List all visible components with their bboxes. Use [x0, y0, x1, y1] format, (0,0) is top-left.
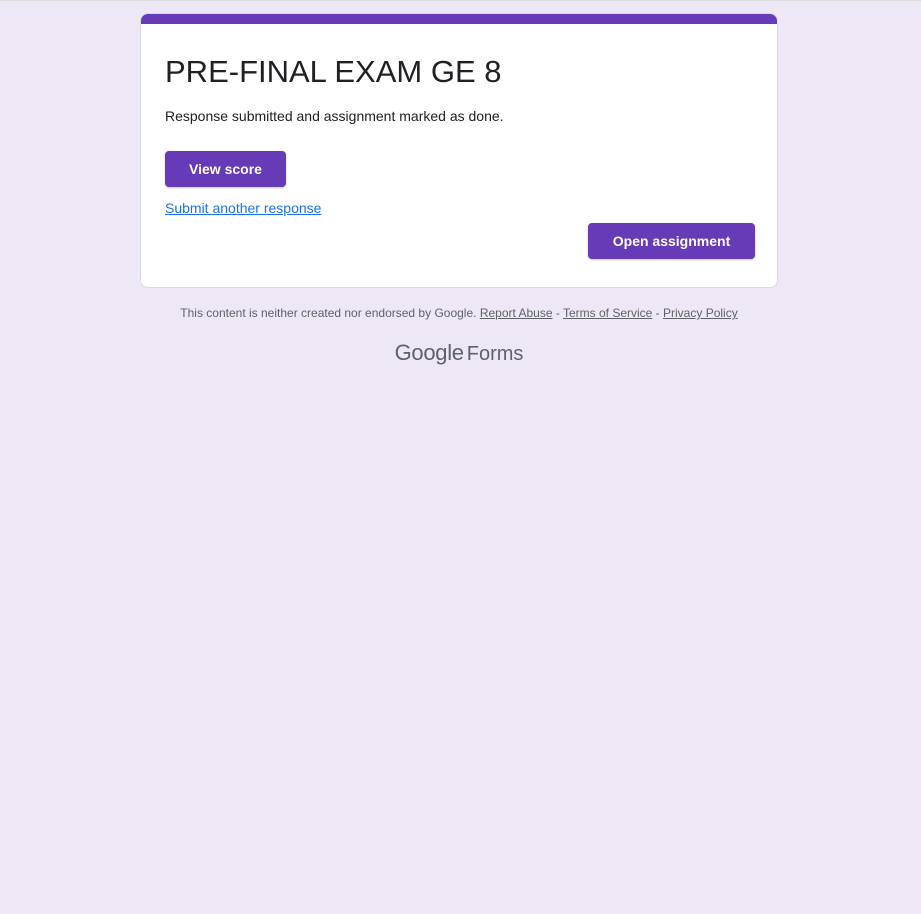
top-divider	[0, 0, 921, 1]
submit-another-response-link[interactable]: Submit another response	[165, 200, 321, 216]
privacy-policy-link[interactable]: Privacy Policy	[663, 306, 738, 320]
view-score-button[interactable]: View score	[165, 151, 286, 187]
form-title: PRE-FINAL EXAM GE 8	[165, 54, 502, 89]
forms-wordmark: Forms	[466, 343, 524, 365]
footer: This content is neither created nor endo…	[140, 305, 778, 321]
open-assignment-button[interactable]: Open assignment	[588, 223, 755, 259]
google-forms-logo[interactable]: Google Forms	[140, 340, 778, 366]
confirmation-card: PRE-FINAL EXAM GE 8 Response submitted a…	[140, 13, 778, 288]
report-abuse-link[interactable]: Report Abuse	[480, 306, 553, 320]
footer-disclaimer: This content is neither created nor endo…	[180, 306, 480, 320]
terms-of-service-link[interactable]: Terms of Service	[563, 306, 652, 320]
card-accent-bar	[141, 14, 777, 24]
footer-separator: -	[552, 306, 563, 320]
footer-separator: -	[652, 306, 664, 320]
confirmation-message: Response submitted and assignment marked…	[165, 108, 504, 124]
google-wordmark: Google	[394, 340, 464, 365]
